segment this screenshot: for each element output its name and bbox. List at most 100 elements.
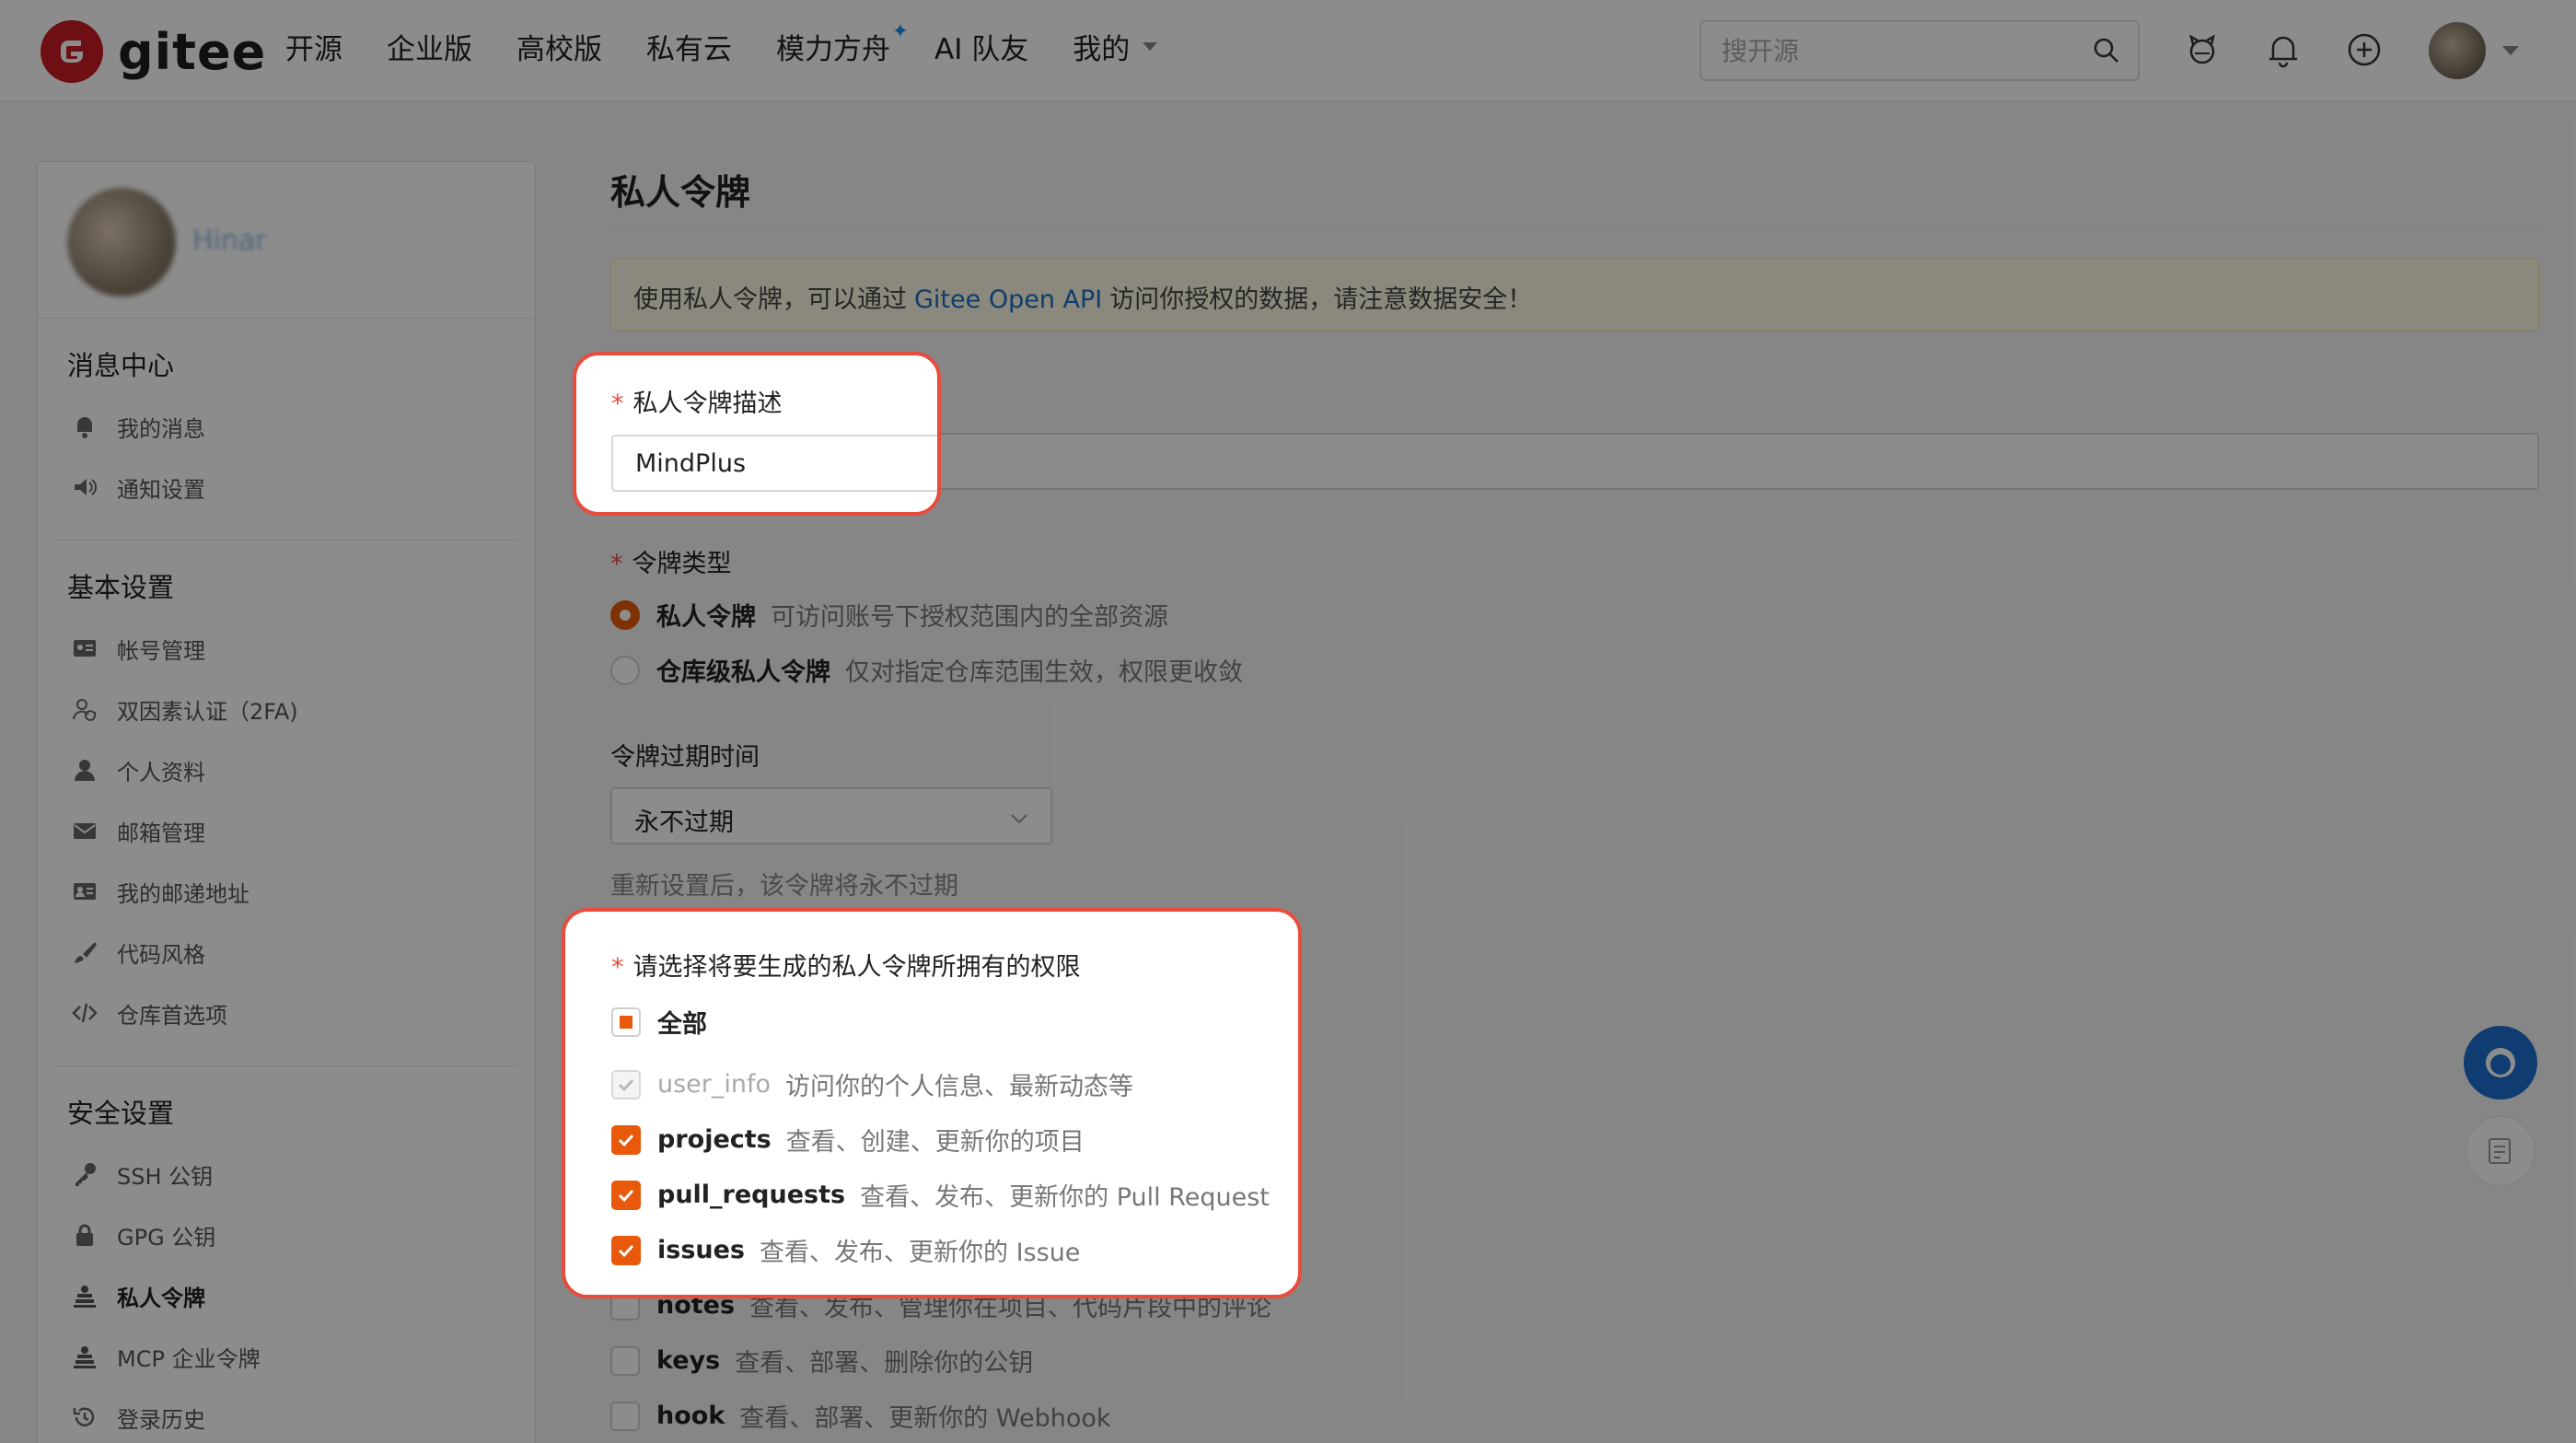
nav-item[interactable]: 我的 <box>1073 26 1158 67</box>
nav-item[interactable]: 私有云 <box>646 26 732 67</box>
scopes-label: * 请选择将要生成的私人令牌所拥有的权限 <box>611 953 1081 982</box>
nav-item[interactable]: 企业版 <box>387 26 472 67</box>
check-icon <box>618 1134 634 1146</box>
scope-option: user_info 访问你的个人信息、最新动态等 <box>611 1066 1133 1102</box>
sidebar-item-label: 我的邮递地址 <box>117 880 249 907</box>
sidebar-item[interactable]: 个人资料 <box>67 739 505 800</box>
sidebar-item[interactable]: 帐号管理 <box>67 618 505 679</box>
token-type-radio[interactable] <box>610 599 640 630</box>
user-avatar[interactable] <box>2429 22 2486 79</box>
scope-name: issues <box>657 1236 746 1264</box>
scope-option[interactable]: keys 查看、部署、删除你的公钥 <box>610 1343 1033 1379</box>
token-type-name: 私人令牌 <box>656 603 756 632</box>
sidebar-item-label: 登录历史 <box>117 1406 205 1433</box>
settings-sidebar: Hinar 消息中心 我的消息 通知设置 基本设置 帐号管理 双因素认证（2FA) 个人资料… <box>37 161 536 1443</box>
nav-item-label: 企业版 <box>387 33 472 66</box>
sidebar-item[interactable]: GPG 公钥 <box>67 1204 505 1265</box>
sidebar-item[interactable]: 双因素认证（2FA) <box>67 679 505 739</box>
nav-item-label: 高校版 <box>516 33 602 66</box>
token-type-option[interactable]: 私人令牌 可访问账号下授权范围内的全部资源 <box>610 597 1168 633</box>
sidebar-item[interactable]: 我的邮递地址 <box>67 861 505 922</box>
chevron-down-icon <box>1008 808 1030 836</box>
user-icon <box>71 756 99 784</box>
scope-checkbox[interactable] <box>611 1235 641 1265</box>
scope-all[interactable]: 全部 <box>611 1004 722 1040</box>
sidebar-item-label: GPG 公钥 <box>117 1224 216 1251</box>
help-float-button[interactable] <box>2464 1026 2537 1100</box>
plus-circle-icon[interactable] <box>2342 28 2386 72</box>
search-input[interactable] <box>1722 22 2071 79</box>
sidebar-item[interactable]: 仓库首选项 <box>67 983 505 1043</box>
sidebar-item[interactable]: SSH 公钥 <box>67 1144 505 1204</box>
sidebar-section: 安全设置 SSH 公钥 GPG 公钥私人令牌 MCP 企业令牌 登录历史 <box>38 1066 535 1443</box>
search-box[interactable] <box>1700 20 2140 81</box>
expiry-select[interactable]: 永不过期 <box>610 787 1052 844</box>
open-api-link[interactable]: Gitee Open API <box>914 285 1102 314</box>
sidebar-item[interactable]: MCP 企业令牌 <box>67 1326 505 1387</box>
sidebar-item-label: 帐号管理 <box>117 637 205 664</box>
top-navbar: gitee 开源 企业版 高校版 私有云 模力方舟 ✦ AI 队友 我的 <box>0 0 2576 101</box>
feedback-float-button[interactable] <box>2466 1116 2535 1186</box>
sidebar-section-title: 消息中心 <box>67 350 175 381</box>
profile-avatar[interactable] <box>67 188 176 297</box>
nav-item-label: 开源 <box>285 33 342 66</box>
highlight-description: * 私人令牌描述 <box>573 352 941 516</box>
notice-text-after: 访问你授权的数据，请注意数据安全！ <box>1109 285 1533 314</box>
token-icon <box>71 1343 99 1370</box>
sidebar-item-label: 通知设置 <box>117 476 205 503</box>
scope-checkbox[interactable] <box>611 1124 641 1155</box>
nav-item[interactable]: AI 队友 <box>934 26 1028 67</box>
sidebar-section: 消息中心我的消息通知设置 <box>38 319 535 527</box>
sidebar-item-label: 个人资料 <box>117 759 205 786</box>
check-icon <box>618 1078 634 1091</box>
scope-option[interactable]: issues 查看、发布、更新你的 Issue <box>611 1232 1080 1268</box>
brush-icon <box>71 938 99 966</box>
gitee-logo[interactable]: gitee <box>41 20 266 83</box>
nav-item-label: 私有云 <box>646 33 732 66</box>
token-type-option[interactable]: 仓库级私人令牌 仅对指定仓库范围生效，权限更收敛 <box>610 652 1243 688</box>
gitee-logo-icon <box>41 20 103 83</box>
sparkle-icon: ✦ <box>891 20 909 43</box>
highlight-scopes: * 请选择将要生成的私人令牌所拥有的权限 全部 user_info 访问你的个人信息… <box>562 908 1302 1298</box>
search-icon[interactable] <box>2092 36 2121 69</box>
bell-icon[interactable] <box>2261 28 2305 72</box>
scope-all-checkbox[interactable] <box>611 1007 641 1037</box>
key-icon <box>71 1160 99 1188</box>
sidebar-item[interactable]: 私人令牌 <box>67 1265 505 1326</box>
check-icon <box>618 1244 634 1257</box>
nav-item[interactable]: 模力方舟 ✦ <box>776 20 909 67</box>
token-type-radio[interactable] <box>610 655 640 685</box>
address-card-icon <box>71 878 99 905</box>
notice-text-before: 使用私人令牌，可以通过 <box>633 285 907 314</box>
scope-name: projects <box>657 1125 772 1154</box>
security-notice: 使用私人令牌，可以通过 Gitee Open API 访问你授权的数据，请注意数据安… <box>610 258 2539 332</box>
chevron-down-icon <box>1143 42 1158 51</box>
scope-option[interactable]: projects 查看、创建、更新你的项目 <box>611 1122 1085 1158</box>
sidebar-item[interactable]: 登录历史 <box>67 1387 505 1443</box>
nav-item[interactable]: 开源 <box>285 26 342 67</box>
scope-name: hook <box>656 1402 725 1430</box>
chevron-down-icon[interactable] <box>2502 46 2519 55</box>
sidebar-item[interactable]: 通知设置 <box>67 457 505 518</box>
sidebar-item[interactable]: 邮箱管理 <box>67 800 505 861</box>
sidebar-item-label: MCP 企业令牌 <box>117 1345 261 1372</box>
scope-checkbox[interactable] <box>610 1345 640 1376</box>
scope-desc: 查看、发布、更新你的 Issue <box>760 1239 1081 1267</box>
sidebar-section: 基本设置 帐号管理 双因素认证（2FA) 个人资料 邮箱管理 我的邮递地址 代码风格 仓库首选… <box>38 541 535 1053</box>
check-icon <box>618 1189 634 1202</box>
mascot-icon[interactable] <box>2180 28 2224 72</box>
sidebar-section-title: 安全设置 <box>67 1098 175 1129</box>
profile-username[interactable]: Hinar <box>192 225 267 257</box>
sidebar-item[interactable]: 我的消息 <box>67 396 505 457</box>
token-type-name: 仓库级私人令牌 <box>656 658 830 687</box>
sidebar-item[interactable]: 代码风格 <box>67 922 505 983</box>
scope-option[interactable]: hook 查看、部署、更新你的 Webhook <box>610 1398 1111 1434</box>
scope-option[interactable]: pull_requests 查看、发布、更新你的 Pull Request <box>611 1177 1270 1213</box>
edit-note-icon <box>2489 1138 2511 1164</box>
sidebar-item-label: 仓库首选项 <box>117 1002 227 1029</box>
scope-checkbox[interactable] <box>610 1401 640 1431</box>
bell-icon <box>71 413 99 440</box>
scope-checkbox[interactable] <box>611 1180 641 1210</box>
token-description-input[interactable] <box>611 435 937 492</box>
nav-item[interactable]: 高校版 <box>516 26 602 67</box>
